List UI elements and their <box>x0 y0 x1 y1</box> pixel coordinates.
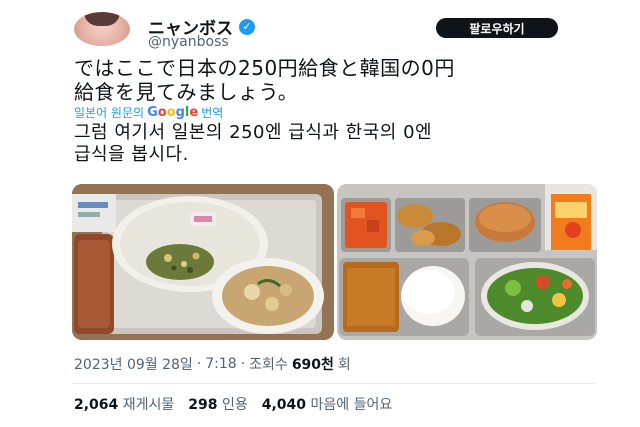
likes-stat[interactable]: 4,040 마음에 들어요 <box>262 394 392 414</box>
translated-text-line: 그럼 여기서 일본의 250엔 급식과 한국의 0엔 <box>74 122 433 143</box>
views-unit: 회 <box>337 357 351 373</box>
quotes-count: 298 <box>188 397 218 413</box>
divider <box>72 383 596 384</box>
tweet-text-line: 給食を見てみましょう。 <box>74 80 299 104</box>
tweet-time[interactable]: 7:18 <box>205 356 236 372</box>
translate-suffix: 번역 <box>201 106 224 120</box>
avatar[interactable] <box>74 12 130 46</box>
user-handle[interactable]: @nyanboss <box>148 34 229 50</box>
quotes-label: 인용 <box>221 397 248 413</box>
translate-prefix: 일본어 원문의 <box>74 106 145 120</box>
tweet-text: ではここで日本の250円給食と韓国の0円 給食を見てみましょう。 <box>74 56 594 104</box>
likes-count: 4,040 <box>261 397 307 413</box>
verified-badge-icon: ✓ <box>239 18 255 35</box>
views-count: 690천 <box>291 357 334 373</box>
retweets-stat[interactable]: 2,064 재게시물 <box>74 394 174 414</box>
translated-text: 그럼 여기서 일본의 250엔 급식과 한국의 0엔 급식을 봅시다. <box>74 122 594 166</box>
meta-separator: · <box>240 356 246 372</box>
engagement-stats: 2,064 재게시물 298 인용 4,040 마음에 들어요 <box>74 394 392 414</box>
meta-separator: · <box>196 356 202 372</box>
lunch-photo-korea[interactable] <box>337 184 597 340</box>
translated-text-line: 급식을 봅시다. <box>74 144 189 165</box>
quotes-stat[interactable]: 298 인용 <box>188 394 247 414</box>
likes-label: 마음에 들어요 <box>310 397 393 413</box>
google-logo: Google <box>147 105 199 120</box>
lunch-photo-korea-image <box>337 184 597 340</box>
retweets-label: 재게시물 <box>122 397 175 413</box>
retweets-count: 2,064 <box>74 397 119 413</box>
tweet-date[interactable]: 2023년 09월 28일 <box>74 354 193 374</box>
tweet-text-line: ではここで日本の250円給食と韓国の0円 <box>74 56 455 80</box>
lunch-photo-japan-image <box>72 184 334 340</box>
translate-link[interactable]: 일본어 원문의 Google 번역 <box>74 104 223 121</box>
tweet-metadata: 2023년 09월 28일 · 7:18 · 조회수 690천 회 <box>74 354 351 374</box>
lunch-photo-japan[interactable] <box>72 184 334 340</box>
follow-button[interactable]: 팔로우하기 <box>436 18 558 38</box>
views-label: 조회수 <box>249 357 288 373</box>
